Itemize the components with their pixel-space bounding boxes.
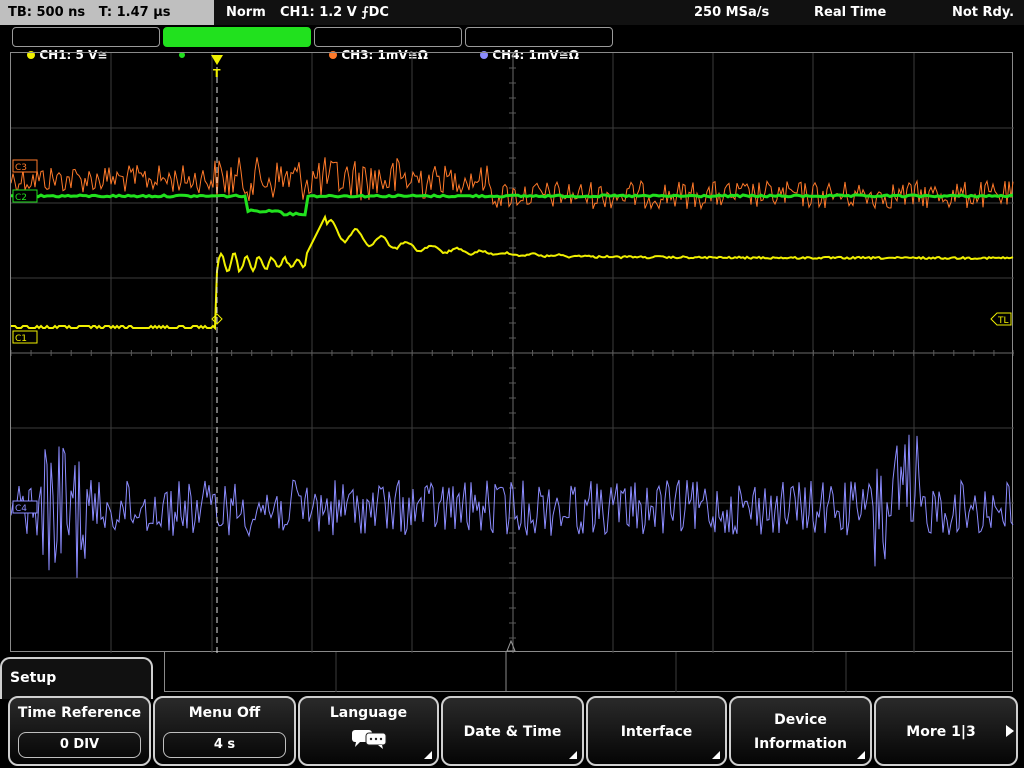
arrow-right-icon bbox=[1006, 725, 1014, 737]
ch1-offset-marker: C1 bbox=[12, 330, 38, 344]
language-button[interactable]: Language bbox=[298, 696, 439, 766]
sample-rate: 250 MSa/s bbox=[694, 5, 770, 20]
menu-off-value: 4 s bbox=[163, 732, 286, 758]
acquisition-state: Not Rdy. bbox=[952, 5, 1015, 20]
device-information-label-2: Information bbox=[754, 736, 847, 752]
interface-button[interactable]: Interface bbox=[586, 696, 727, 766]
language-label: Language bbox=[329, 705, 408, 721]
channel-tab-ch1[interactable]: CH1: 5 V≅ bbox=[12, 27, 160, 62]
date-time-label: Date & Time bbox=[463, 724, 562, 740]
date-time-button[interactable]: Date & Time bbox=[441, 696, 584, 766]
ch4-waveform bbox=[11, 434, 1014, 578]
timebase-box[interactable]: TB: 500 ns T: 1.47 µs bbox=[0, 0, 214, 25]
ch4-offset-marker: C4 bbox=[12, 500, 38, 514]
horizontal-position-marker bbox=[506, 639, 516, 652]
acquisition-mode: Real Time bbox=[814, 5, 887, 20]
channel-tab-ch3[interactable]: CH3: 1mV≅Ω bbox=[314, 27, 462, 62]
time-reference-button[interactable]: Time Reference 0 DIV bbox=[8, 696, 151, 766]
submenu-corner-icon bbox=[569, 751, 577, 759]
trigger-level-label: TL bbox=[997, 316, 1009, 326]
time-reference-label: Time Reference bbox=[17, 705, 142, 721]
ch1-waveform bbox=[11, 214, 1014, 331]
time-reference-value: 0 DIV bbox=[18, 732, 141, 758]
channel-tab-ch2[interactable]: CH2: 20 mV≅Ω bbox=[163, 27, 311, 62]
ch1-marker-label: C1 bbox=[15, 334, 27, 344]
status-bar: TB: 500 ns T: 1.47 µs Norm CH1: 1.2 V ⨍D… bbox=[0, 0, 1024, 25]
trigger-time: T: 1.47 µs bbox=[98, 5, 171, 20]
trigger-position-label: T bbox=[213, 67, 221, 80]
more-label: More 1|3 bbox=[906, 724, 976, 740]
menu-off-button[interactable]: Menu Off 4 s bbox=[153, 696, 296, 766]
trigger-position-marker bbox=[211, 55, 223, 65]
submenu-corner-icon bbox=[424, 751, 432, 759]
menu-title: Setup bbox=[10, 670, 57, 686]
channel-tab-ch4[interactable]: CH4: 1mV≅Ω bbox=[465, 27, 613, 62]
waveform-display[interactable]: T C3 C2 C1 C4 TL bbox=[10, 52, 1014, 653]
ch3-marker-label: C3 bbox=[15, 163, 27, 173]
waveform-canvas: T C3 C2 C1 C4 TL bbox=[11, 53, 1014, 653]
trigger-source[interactable]: CH1: 1.2 V ⨍DC bbox=[280, 0, 389, 25]
interface-label: Interface bbox=[620, 724, 693, 740]
menu-title-tab: Setup bbox=[0, 657, 153, 699]
device-information-label-1: Device bbox=[774, 712, 827, 728]
zoom-strip-grid bbox=[335, 652, 847, 692]
speech-bubbles-icon bbox=[352, 730, 387, 749]
timebase: TB: 500 ns bbox=[8, 5, 86, 20]
ch3-waveform bbox=[11, 157, 1014, 211]
ch2-marker-label: C2 bbox=[15, 193, 27, 203]
more-button[interactable]: More 1|3 bbox=[874, 696, 1018, 766]
device-information-button[interactable]: Device Information bbox=[729, 696, 872, 766]
ch4-marker-label: C4 bbox=[15, 504, 27, 514]
submenu-corner-icon bbox=[712, 751, 720, 759]
trigger-level-marker: TL bbox=[990, 312, 1012, 326]
menu-off-label: Menu Off bbox=[188, 705, 261, 721]
trigger-mode[interactable]: Norm bbox=[226, 0, 266, 25]
submenu-corner-icon bbox=[857, 751, 865, 759]
ch3-offset-marker: C3 bbox=[12, 159, 38, 173]
zoom-strip bbox=[164, 652, 1013, 692]
ch2-offset-marker: C2 bbox=[12, 189, 38, 203]
